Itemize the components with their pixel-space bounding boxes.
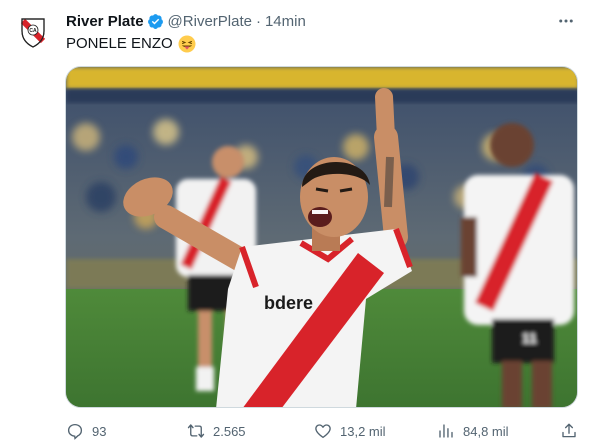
verified-badge-icon	[147, 13, 163, 29]
share-button[interactable]	[560, 420, 586, 442]
tweet-media-image[interactable]: 11 bdere	[65, 66, 578, 408]
display-name[interactable]: River Plate	[66, 13, 144, 30]
avatar[interactable]: CA	[15, 14, 51, 50]
retweet-button[interactable]: 2.565	[187, 420, 246, 442]
jersey-sponsor-text: bdere	[264, 293, 313, 313]
like-button[interactable]: 13,2 mil	[314, 420, 386, 442]
tweet-header: River Plate @RiverPlate · 14min	[66, 11, 306, 31]
svg-text:11: 11	[522, 330, 537, 346]
tongue-wink-emoji-icon	[178, 35, 196, 53]
retweet-count: 2.565	[213, 423, 246, 439]
timestamp[interactable]: 14min	[265, 13, 306, 30]
views-button[interactable]: 84,8 mil	[437, 420, 509, 442]
tweet-card[interactable]: CA River Plate @RiverPlate · 14min PONEL…	[0, 0, 589, 448]
tweet-body: PONELE ENZO	[66, 35, 173, 52]
tweet-action-bar: 93 2.565 13,2 mil 84,8 mil	[66, 420, 579, 442]
retweet-icon	[187, 424, 205, 438]
views-chart-icon	[439, 424, 453, 438]
view-count: 84,8 mil	[463, 423, 509, 439]
svg-text:CA: CA	[29, 28, 37, 34]
tweet-text: PONELE ENZO	[66, 34, 196, 54]
reply-icon	[67, 423, 83, 440]
reply-button[interactable]: 93	[66, 420, 106, 442]
more-options-button[interactable]	[555, 10, 577, 32]
share-icon	[562, 423, 576, 438]
more-dots-icon	[559, 19, 573, 23]
separator-dot: ·	[255, 12, 261, 30]
handle[interactable]: @RiverPlate	[168, 13, 252, 30]
river-plate-crest-icon: CA	[20, 18, 46, 48]
celebrating-player-photo: 11 bdere	[66, 67, 577, 407]
like-count: 13,2 mil	[340, 423, 386, 439]
heart-icon	[315, 424, 331, 439]
reply-count: 93	[92, 423, 107, 439]
